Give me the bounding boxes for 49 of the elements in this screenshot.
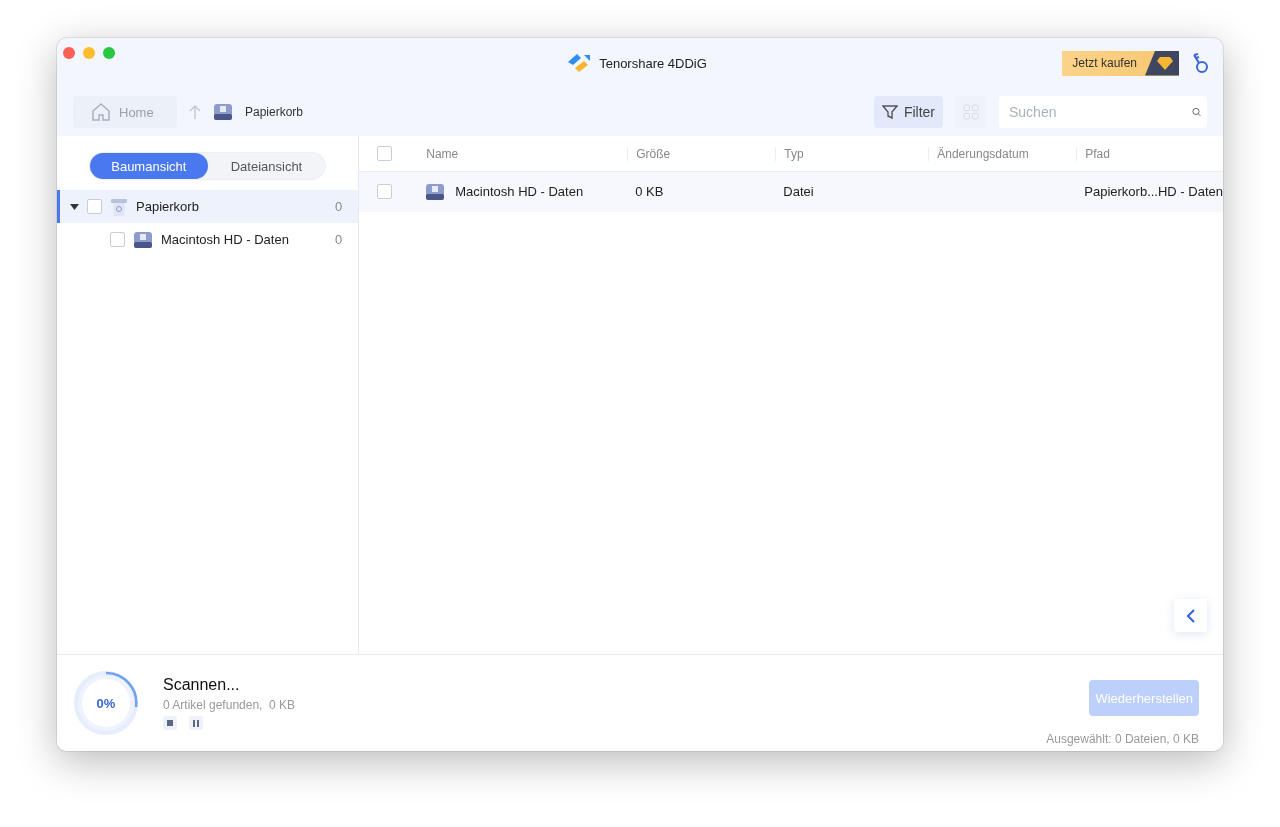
zoom-button[interactable] <box>103 47 115 59</box>
row-checkbox[interactable] <box>377 184 393 199</box>
progress-percent: 0% <box>96 695 116 711</box>
buy-button[interactable]: Jetzt kaufen <box>1062 50 1179 76</box>
column-header[interactable]: Typ <box>775 146 929 161</box>
home-button[interactable]: Home <box>73 96 177 128</box>
column-header[interactable]: Pfad <box>1076 146 1223 161</box>
close-button[interactable] <box>63 47 75 59</box>
column-header[interactable]: Größe <box>627 146 776 161</box>
type-cell-text: Datei <box>782 184 815 199</box>
breadcrumb-item[interactable]: Papierkorb <box>245 105 304 119</box>
column-header[interactable]: Änderungsdatum <box>928 146 1077 161</box>
view-tab[interactable]: Baumansicht <box>90 153 208 179</box>
checkbox[interactable] <box>110 232 125 247</box>
filter-button[interactable]: Filter <box>873 96 943 128</box>
tree-item-label: Macintosh HD - Daten <box>161 232 290 247</box>
key-icon[interactable] <box>1191 52 1209 74</box>
chevron-left-icon <box>1185 607 1196 624</box>
search-field[interactable]: Suchen <box>999 96 1207 128</box>
caret-icon[interactable] <box>70 202 79 211</box>
select-all-checkbox[interactable] <box>377 146 393 161</box>
filter-icon <box>881 104 898 120</box>
collapse-panel-button[interactable] <box>1174 599 1207 632</box>
checkbox[interactable] <box>87 199 102 214</box>
stop-icon <box>167 720 173 726</box>
found-summary: 0 Artikel gefunden, 0 KB <box>163 698 297 712</box>
table-row[interactable]: Macintosh HD - Daten 0 KB Datei Papierkorb...HD - Daten <box>359 172 1223 212</box>
item-count: 0 <box>335 232 343 247</box>
trash-icon <box>110 196 128 217</box>
pause-button[interactable] <box>189 716 203 730</box>
file-name: Macintosh HD - Daten <box>455 184 584 199</box>
scan-status: Scannen... <box>163 676 241 694</box>
path-cell-text: Papierkorb...HD - Daten <box>1083 184 1223 199</box>
tree-item[interactable]: Papierkorb 0 <box>57 190 359 223</box>
view-tab[interactable]: Dateiansicht <box>207 153 326 179</box>
tree-item[interactable]: Macintosh HD - Daten 0 <box>57 223 359 256</box>
column-header[interactable]: Name <box>417 146 628 161</box>
stop-button[interactable] <box>163 716 177 730</box>
minimize-button[interactable] <box>83 47 95 59</box>
grid-icon <box>963 104 979 120</box>
selection-summary: Ausgewählt: 0 Dateien, 0 KB <box>1046 732 1199 746</box>
item-count: 0 <box>335 199 343 214</box>
tree-item-label: Papierkorb <box>136 199 200 214</box>
pause-icon <box>193 719 199 727</box>
size-cell-text: 0 KB <box>634 184 665 199</box>
window-title: Tenorshare 4DDiG <box>599 55 707 71</box>
diamond-icon <box>1157 56 1173 70</box>
up-arrow-icon[interactable] <box>189 104 201 120</box>
home-icon <box>91 102 111 122</box>
